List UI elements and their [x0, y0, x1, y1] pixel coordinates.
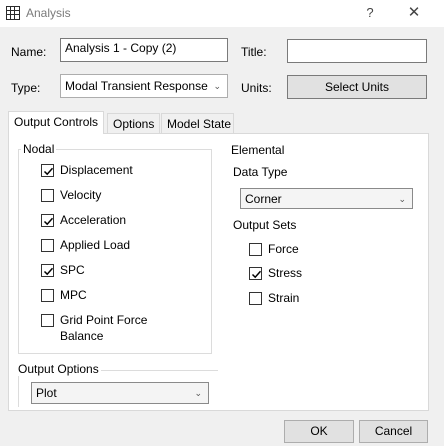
data-type-dropdown[interactable]: Corner ⌄: [240, 188, 413, 209]
checkmark-icon: [251, 270, 262, 279]
select-units-button[interactable]: Select Units: [287, 75, 427, 99]
acceleration-checkbox[interactable]: [41, 214, 54, 227]
velocity-label: Velocity: [60, 188, 102, 202]
spc-checkbox[interactable]: [41, 264, 54, 277]
strain-label: Strain: [268, 291, 300, 305]
applied-load-label: Applied Load: [60, 238, 131, 252]
elemental-title: Elemental: [231, 143, 285, 157]
checkmark-icon: [43, 267, 54, 276]
help-button[interactable]: ?: [358, 3, 382, 23]
displacement-checkbox[interactable]: [41, 164, 54, 177]
chevron-down-icon: ⌄: [194, 388, 202, 398]
velocity-checkbox[interactable]: [41, 189, 54, 202]
type-dropdown-value: Modal Transient Response: [65, 79, 208, 93]
output-options-title: Output Options: [16, 362, 101, 376]
displacement-label: Displacement: [60, 163, 133, 177]
data-type-label: Data Type: [233, 165, 288, 179]
nodal-group-title: Nodal: [21, 142, 57, 156]
chevron-down-icon: ⌄: [398, 194, 406, 204]
checkmark-icon: [43, 167, 54, 176]
tab-output-controls[interactable]: Output Controls: [8, 111, 104, 134]
output-options-dropdown[interactable]: Plot ⌄: [31, 382, 209, 404]
type-label: Type:: [11, 81, 41, 95]
name-label: Name:: [11, 45, 47, 59]
ok-button[interactable]: OK: [284, 420, 354, 443]
tab-model-state[interactable]: Model State: [161, 113, 234, 134]
app-table-icon: [6, 6, 20, 20]
strain-checkbox[interactable]: [249, 292, 262, 305]
force-label: Force: [268, 242, 299, 256]
units-label: Units:: [241, 81, 272, 95]
type-dropdown[interactable]: Modal Transient Response ⌄: [60, 74, 228, 98]
chevron-down-icon: ⌄: [213, 81, 221, 91]
stress-checkbox[interactable]: [249, 267, 262, 280]
grid-point-force-label-line2: Balance: [60, 329, 104, 343]
mpc-label: MPC: [60, 288, 87, 302]
force-checkbox[interactable]: [249, 243, 262, 256]
stress-label: Stress: [268, 266, 303, 280]
grid-point-force-label: Grid Point Force: [60, 313, 148, 327]
title-field[interactable]: [287, 39, 427, 63]
spc-label: SPC: [60, 263, 85, 277]
output-sets-label: Output Sets: [233, 218, 297, 232]
grid-point-force-balance-checkbox[interactable]: [41, 314, 54, 327]
tab-options[interactable]: Options: [107, 113, 160, 134]
close-button[interactable]: ✕: [402, 3, 426, 23]
data-type-value: Corner: [245, 192, 282, 206]
mpc-checkbox[interactable]: [41, 289, 54, 302]
acceleration-label: Acceleration: [60, 213, 127, 227]
title-label: Title:: [241, 45, 267, 59]
applied-load-checkbox[interactable]: [41, 239, 54, 252]
cancel-button[interactable]: Cancel: [359, 420, 428, 443]
output-options-value: Plot: [36, 386, 57, 400]
checkmark-icon: [43, 217, 54, 226]
name-field[interactable]: Analysis 1 - Copy (2): [60, 38, 228, 62]
window-title: Analysis: [26, 6, 71, 20]
